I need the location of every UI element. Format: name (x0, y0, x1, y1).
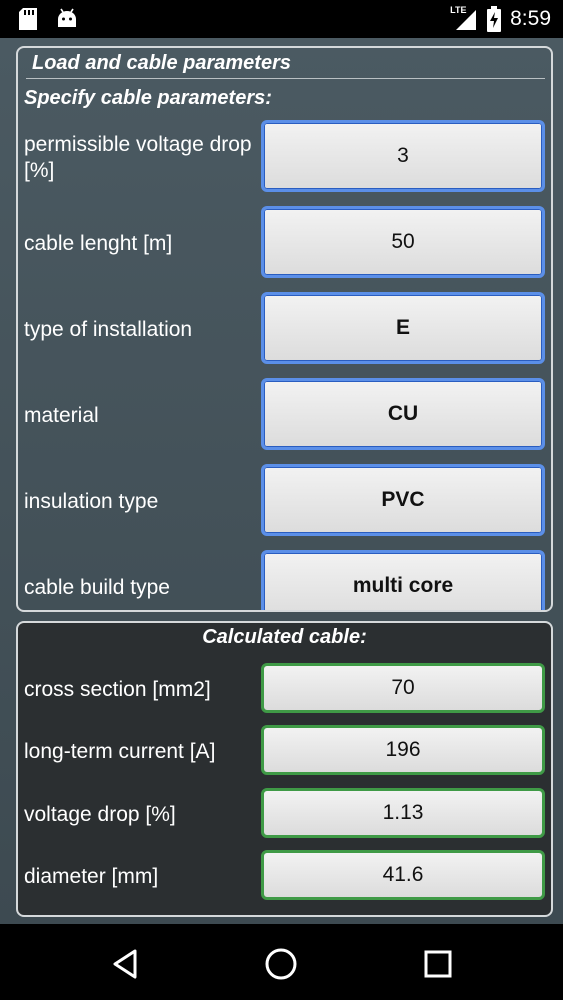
installation-type-label: type of installation (24, 318, 193, 341)
material-button[interactable]: CU (261, 378, 545, 450)
long-term-current-value: 196 (261, 725, 545, 775)
battery-charging-icon (487, 6, 502, 32)
cable-build-type-label: cable build type (24, 576, 170, 599)
android-icon (58, 8, 76, 27)
status-bar: LTE 8:59 (0, 0, 563, 38)
voltage-drop-result-value: 1.13 (261, 788, 545, 838)
section-heading: Specify cable parameters: (24, 87, 272, 109)
cable-parameters-panel: Load and cable parameters Specify cable … (16, 46, 553, 612)
calculated-cable-panel: Calculated cable: cross section [mm2] 70… (16, 621, 553, 917)
diameter-value: 41.6 (261, 850, 545, 900)
cable-length-input[interactable]: 50 (261, 206, 545, 278)
cross-section-label: cross section [mm2] (24, 678, 211, 701)
voltage-drop-label: permissible voltage drop [%] (24, 133, 252, 182)
installation-type-button[interactable]: E (261, 292, 545, 364)
home-icon[interactable] (263, 946, 299, 982)
sd-card-icon (19, 8, 37, 30)
back-icon[interactable] (107, 946, 143, 982)
diameter-label: diameter [mm] (24, 865, 159, 888)
recents-icon[interactable] (420, 946, 456, 982)
navigation-bar (0, 924, 563, 1000)
material-label: material (24, 404, 99, 427)
cross-section-value: 70 (261, 663, 545, 713)
app-content: Load and cable parameters Specify cable … (0, 38, 563, 924)
cable-build-type-button[interactable]: multi core (261, 550, 545, 610)
network-type-label: LTE (450, 5, 467, 15)
voltage-drop-input[interactable]: 3 (261, 120, 545, 192)
clock: 8:59 (510, 7, 551, 30)
title-divider (26, 78, 545, 79)
cable-length-label: cable lenght [m] (24, 232, 173, 255)
insulation-type-button[interactable]: PVC (261, 464, 545, 536)
long-term-current-label: long-term current [A] (24, 740, 216, 763)
insulation-type-label: insulation type (24, 490, 159, 513)
results-heading: Calculated cable: (202, 626, 367, 648)
panel-title: Load and cable parameters (32, 52, 291, 74)
voltage-drop-result-label: voltage drop [%] (24, 803, 176, 826)
